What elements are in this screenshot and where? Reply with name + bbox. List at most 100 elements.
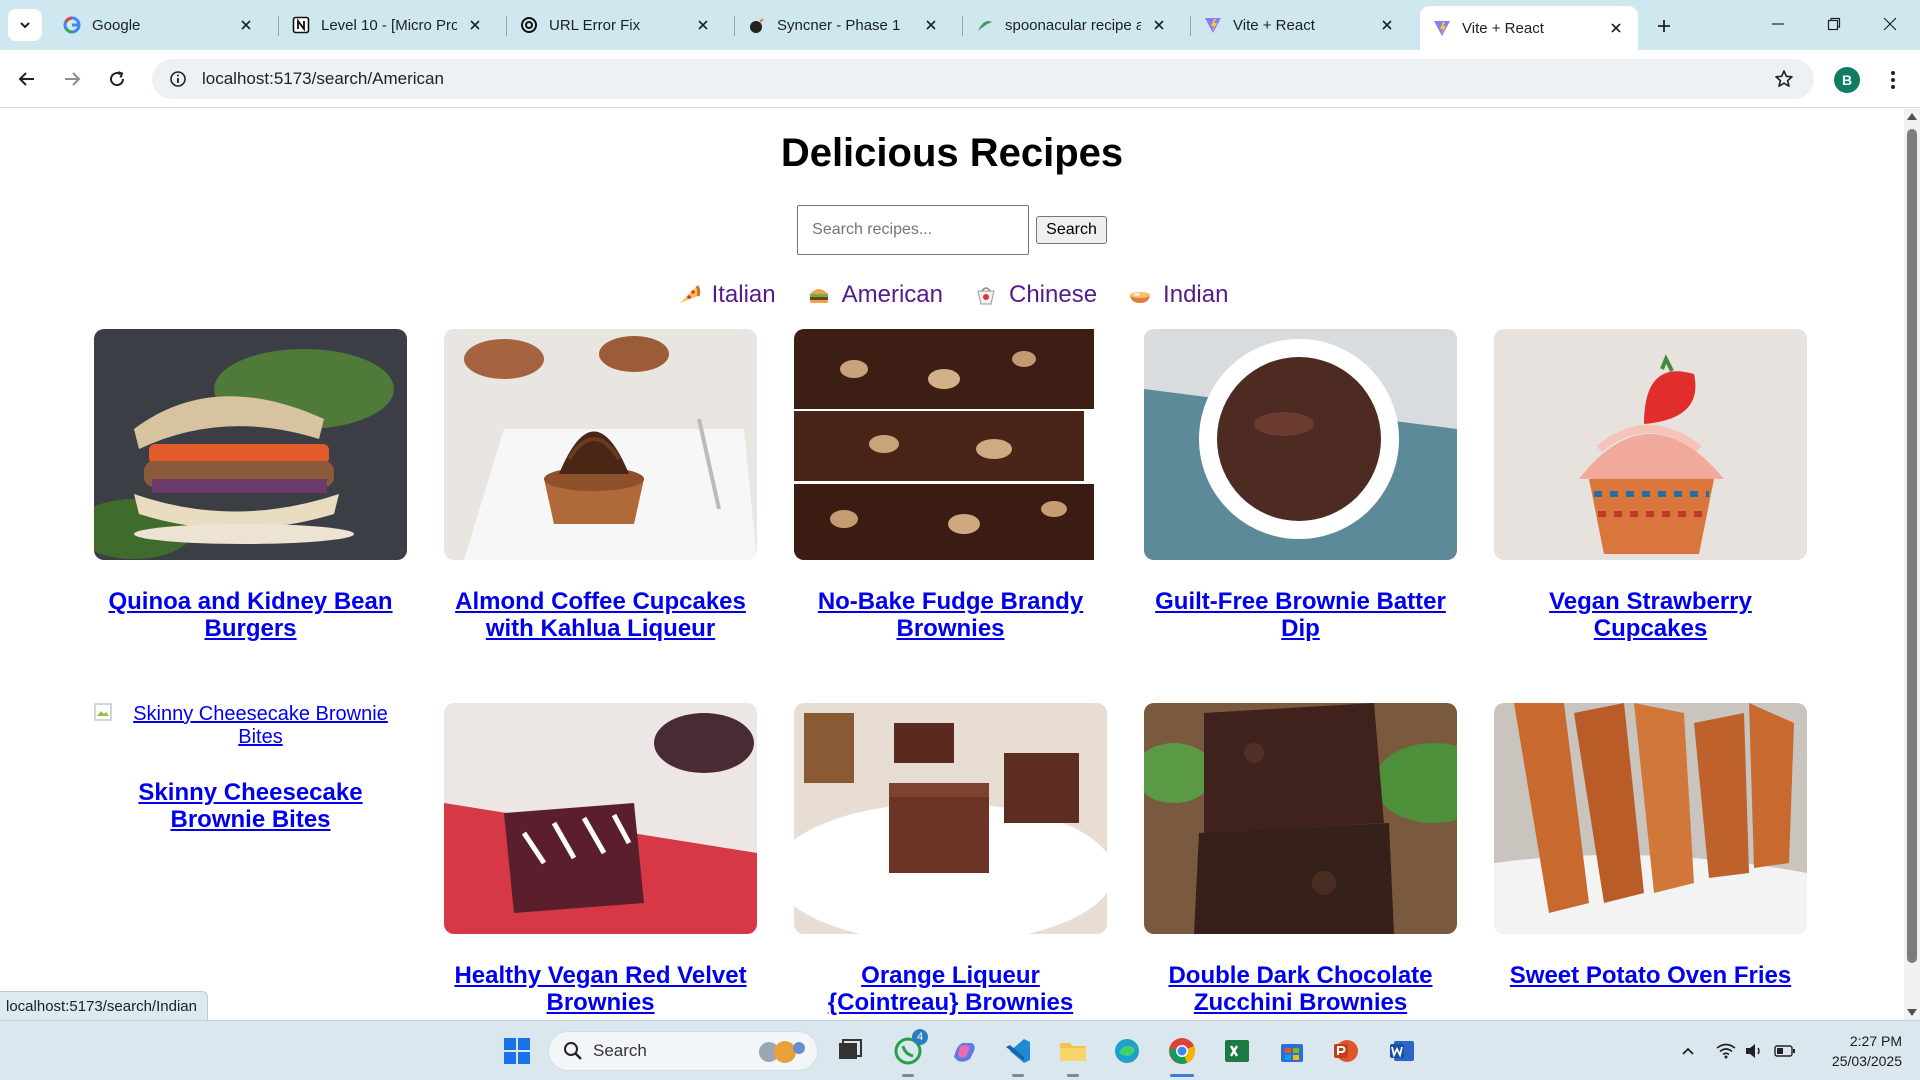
tab-google[interactable]: Google	[50, 6, 268, 44]
more-menu-icon[interactable]	[1878, 65, 1908, 95]
restore-button[interactable]	[1806, 0, 1862, 48]
tab-title: Vite + React	[1462, 19, 1544, 37]
close-icon	[1883, 17, 1897, 31]
recipe-image-veggie-burger[interactable]	[94, 329, 407, 560]
tab-title: Level 10 - [Micro Pro	[321, 16, 457, 34]
recipe-image-brownie-squares[interactable]	[794, 703, 1107, 934]
close-icon[interactable]	[1606, 18, 1626, 38]
task-view-icon[interactable]	[832, 1033, 868, 1069]
recipe-title-link[interactable]: Sweet Potato Oven Fries	[1494, 962, 1807, 989]
windows-start-icon[interactable]	[499, 1033, 535, 1069]
close-icon[interactable]	[921, 15, 941, 35]
excel-icon[interactable]	[1219, 1033, 1255, 1069]
recipe-card: Skinny Cheesecake Brownie Bites Skinny C…	[94, 703, 407, 833]
scroll-down-arrow-icon[interactable]	[1907, 1009, 1917, 1016]
recipe-image-sweet-potato-fries[interactable]	[1494, 703, 1807, 934]
taskbar-search-box[interactable]: Search	[548, 1031, 818, 1071]
recipe-title-link[interactable]: Guilt-Free Brownie Batter Dip	[1144, 588, 1457, 642]
recipe-card: Double Dark Chocolate Zucchini Brownies	[1144, 703, 1457, 1016]
burger-icon	[806, 282, 832, 308]
recipe-title-link[interactable]: Almond Coffee Cupcakes with Kahlua Lique…	[444, 588, 757, 642]
tab-vite-react[interactable]: Vite + React	[1191, 6, 1409, 44]
microsoft-store-icon[interactable]	[1274, 1033, 1310, 1069]
close-icon[interactable]	[465, 15, 485, 35]
tab-syncner[interactable]: Syncner - Phase 1	[735, 6, 953, 44]
new-tab-button[interactable]	[1650, 12, 1678, 40]
recipe-title-link[interactable]: Skinny Cheesecake Brownie Bites	[94, 779, 407, 833]
edge-icon[interactable]	[1109, 1033, 1145, 1069]
recipe-title-link[interactable]: Double Dark Chocolate Zucchini Brownies	[1144, 962, 1457, 1016]
forward-button[interactable]	[54, 61, 90, 97]
powerpoint-icon[interactable]	[1328, 1033, 1364, 1069]
recipe-title-link[interactable]: Orange Liqueur {Cointreau} Brownies	[794, 962, 1107, 1016]
recipe-title-link[interactable]: Vegan Strawberry Cupcakes	[1494, 588, 1807, 642]
recipe-image-chocolate-cupcake[interactable]	[444, 329, 757, 560]
recipe-image-red-velvet[interactable]	[444, 703, 757, 934]
recipe-image-chocolate-dip[interactable]	[1144, 329, 1457, 560]
minimize-button[interactable]	[1750, 0, 1806, 48]
recipe-card: No-Bake Fudge Brandy Brownies	[794, 329, 1107, 642]
copilot-icon[interactable]	[946, 1033, 982, 1069]
close-icon[interactable]	[1377, 15, 1397, 35]
notion-icon	[291, 15, 311, 35]
tab-search-button[interactable]	[8, 9, 42, 41]
address-bar[interactable]: localhost:5173/search/American	[152, 59, 1814, 99]
restore-icon	[1827, 17, 1841, 31]
search-button[interactable]: Search	[1036, 216, 1107, 244]
recipe-title-link[interactable]: Healthy Vegan Red Velvet Brownies	[444, 962, 757, 1016]
active-app-indicator	[1170, 1074, 1194, 1077]
running-indicator	[1067, 1074, 1079, 1077]
volume-icon[interactable]	[1742, 1021, 1766, 1080]
site-info-icon[interactable]	[158, 59, 198, 99]
tab-spoonacular[interactable]: spoonacular recipe a	[963, 6, 1181, 44]
tab-url-error-fix[interactable]: URL Error Fix	[507, 6, 725, 44]
system-clock[interactable]: 2:27 PM 25/03/2025	[1812, 1031, 1902, 1071]
search-highlight-icon	[759, 1041, 805, 1063]
recipe-image-strawberry-cupcake[interactable]	[1494, 329, 1807, 560]
whatsapp-icon[interactable]: 4	[890, 1029, 928, 1069]
profile-avatar[interactable]: B	[1834, 67, 1860, 93]
whatsapp-badge: 4	[912, 1029, 928, 1045]
cuisine-label: Italian	[711, 281, 776, 308]
cuisine-nav: Italian American Chinese Indian	[0, 281, 1904, 309]
close-icon[interactable]	[693, 15, 713, 35]
tab-vite-react-active[interactable]: Vite + React	[1420, 6, 1638, 50]
recipe-image-broken[interactable]: Skinny Cheesecake Brownie Bites	[94, 703, 407, 753]
word-icon[interactable]	[1384, 1033, 1420, 1069]
recipe-card: Guilt-Free Brownie Batter Dip	[1144, 329, 1457, 642]
recipe-image-walnut-fudge[interactable]	[794, 329, 1107, 560]
chrome-icon[interactable]	[1164, 1033, 1200, 1069]
bookmark-star-icon[interactable]	[1764, 59, 1804, 99]
tab-title: URL Error Fix	[549, 16, 641, 34]
recipe-title-link[interactable]: Quinoa and Kidney Bean Burgers	[94, 588, 407, 642]
cuisine-label: American	[841, 281, 943, 308]
scroll-up-arrow-icon[interactable]	[1907, 113, 1917, 120]
recipe-card: Sweet Potato Oven Fries	[1494, 703, 1807, 989]
cuisine-link-italian[interactable]: Italian	[676, 281, 776, 309]
close-icon[interactable]	[236, 15, 256, 35]
show-hidden-icons-chevron-icon[interactable]	[1676, 1021, 1700, 1080]
vscode-icon[interactable]	[1000, 1033, 1036, 1069]
browser-toolbar: localhost:5173/search/American B	[0, 50, 1920, 108]
file-explorer-icon[interactable]	[1055, 1033, 1091, 1069]
close-icon[interactable]	[1149, 15, 1169, 35]
recipe-card: Healthy Vegan Red Velvet Brownies	[444, 703, 757, 1016]
cuisine-link-indian[interactable]: Indian	[1127, 281, 1228, 309]
cuisine-link-american[interactable]: American	[806, 281, 943, 309]
window-close-button[interactable]	[1862, 0, 1918, 48]
tab-level-10[interactable]: Level 10 - [Micro Pro	[279, 6, 497, 44]
page-scrollbar[interactable]	[1904, 109, 1920, 1020]
recipe-image-zucchini-brownie[interactable]	[1144, 703, 1457, 934]
reload-button[interactable]	[99, 61, 135, 97]
scroll-thumb[interactable]	[1907, 129, 1917, 963]
back-button[interactable]	[9, 61, 45, 97]
recipe-title-link[interactable]: No-Bake Fudge Brandy Brownies	[794, 588, 1107, 642]
plus-icon	[1658, 20, 1670, 32]
battery-icon[interactable]	[1772, 1021, 1798, 1080]
search-input[interactable]	[797, 205, 1030, 255]
vite-icon	[1432, 18, 1452, 38]
wifi-icon[interactable]	[1714, 1021, 1738, 1080]
tab-strip: Google Level 10 - [Micro Pro URL Error F…	[0, 0, 1920, 50]
arrow-left-icon	[18, 72, 34, 86]
cuisine-link-chinese[interactable]: Chinese	[973, 281, 1097, 309]
